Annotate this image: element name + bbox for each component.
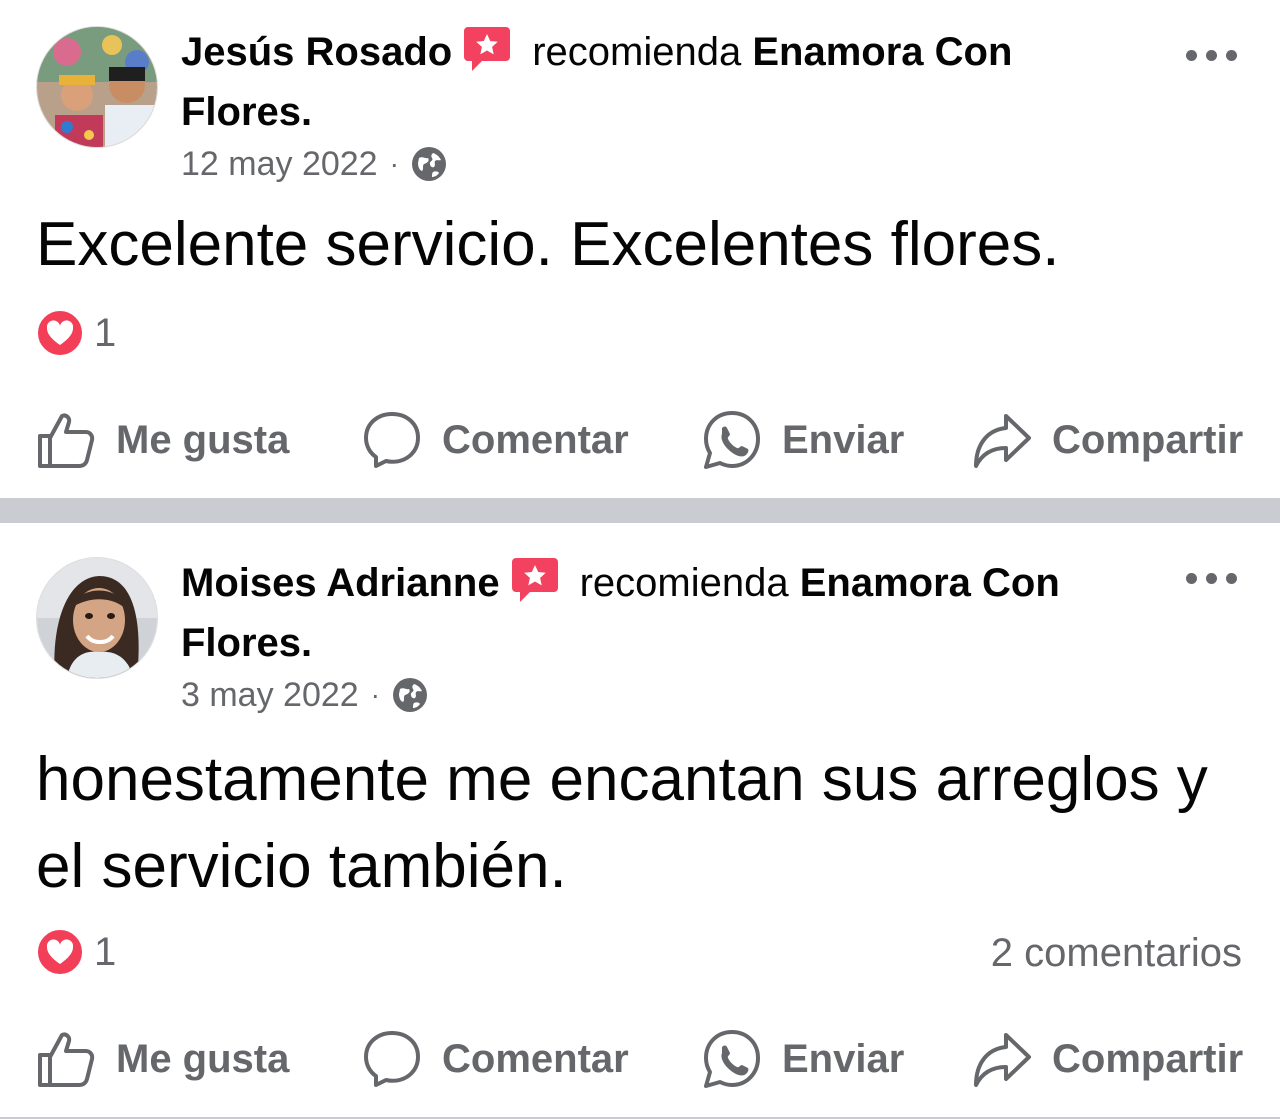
more-options-icon[interactable] xyxy=(1186,40,1238,70)
recommendation-badge-icon xyxy=(510,556,560,604)
comment-bubble-icon xyxy=(364,412,420,468)
author-avatar[interactable] xyxy=(36,26,158,148)
comment-bubble-icon xyxy=(364,1031,420,1087)
share-arrow-icon xyxy=(974,414,1031,468)
post-date[interactable]: 3 may 2022 xyxy=(181,671,359,719)
comment-label: Comentar xyxy=(442,1036,629,1081)
reaction-count: 1 xyxy=(94,929,117,974)
share-arrow-icon xyxy=(974,1033,1031,1087)
globe-icon xyxy=(393,678,427,712)
review-post: Moises Adrianne recomienda Enamora Con Fl… xyxy=(0,523,1280,1117)
whatsapp-icon xyxy=(704,1030,760,1088)
send-button[interactable]: Enviar xyxy=(702,1024,904,1094)
action-bar: Me gusta Comentar Enviar Compartir xyxy=(0,405,1280,475)
share-label: Compartir xyxy=(1052,1036,1244,1081)
comments-count-link[interactable]: 2 comentarios xyxy=(991,928,1242,978)
review-post: Jesús Rosado recomienda Enamora Con Flore… xyxy=(0,0,1280,498)
like-label: Me gusta xyxy=(116,1036,290,1081)
share-button[interactable]: Compartir xyxy=(972,1024,1243,1094)
like-label: Me gusta xyxy=(116,417,290,462)
globe-icon xyxy=(411,147,446,181)
meta-separator: · xyxy=(370,679,380,710)
author-avatar[interactable] xyxy=(36,557,158,679)
author-name[interactable]: Jesús Rosado xyxy=(181,30,452,74)
comment-button[interactable]: Comentar xyxy=(362,1024,629,1094)
like-button[interactable]: Me gusta xyxy=(36,1024,289,1094)
post-header: Moises Adrianne recomienda Enamora Con Fl… xyxy=(181,553,1141,673)
reaction-summary[interactable]: 1 xyxy=(36,928,116,976)
recommend-verb: recomienda xyxy=(532,30,742,74)
post-separator xyxy=(0,498,1280,523)
whatsapp-icon xyxy=(704,411,760,469)
comment-label: Comentar xyxy=(442,417,629,462)
share-button[interactable]: Compartir xyxy=(972,405,1243,475)
meta-separator: · xyxy=(389,148,399,179)
action-bar: Me gusta Comentar Enviar Compartir xyxy=(0,1024,1280,1094)
recommendation-badge-icon xyxy=(462,25,512,73)
share-label: Compartir xyxy=(1052,417,1244,462)
post-meta: 3 may 2022 · xyxy=(181,671,428,719)
comment-button[interactable]: Comentar xyxy=(362,405,629,475)
send-label: Enviar xyxy=(782,1036,905,1081)
love-heart-icon xyxy=(36,309,84,357)
reaction-summary[interactable]: 1 xyxy=(36,309,116,357)
reaction-count: 1 xyxy=(94,310,117,355)
more-options-icon[interactable] xyxy=(1186,563,1238,593)
send-button[interactable]: Enviar xyxy=(702,405,904,475)
thumbs-up-icon xyxy=(38,413,95,468)
post-header: Jesús Rosado recomienda Enamora Con Flore… xyxy=(181,22,1141,142)
post-text: honestamente me encantan sus arreglos y … xyxy=(36,745,1208,901)
author-name[interactable]: Moises Adrianne xyxy=(181,561,500,605)
recommend-verb: recomienda xyxy=(579,561,789,605)
post-date[interactable]: 12 may 2022 xyxy=(181,140,378,188)
thumbs-up-icon xyxy=(38,1032,95,1087)
send-label: Enviar xyxy=(782,417,905,462)
like-button[interactable]: Me gusta xyxy=(36,405,289,475)
post-meta: 12 may 2022 · xyxy=(181,140,447,188)
love-heart-icon xyxy=(36,928,84,976)
post-text: Excelente servicio. Excelentes flores. xyxy=(36,210,1060,279)
